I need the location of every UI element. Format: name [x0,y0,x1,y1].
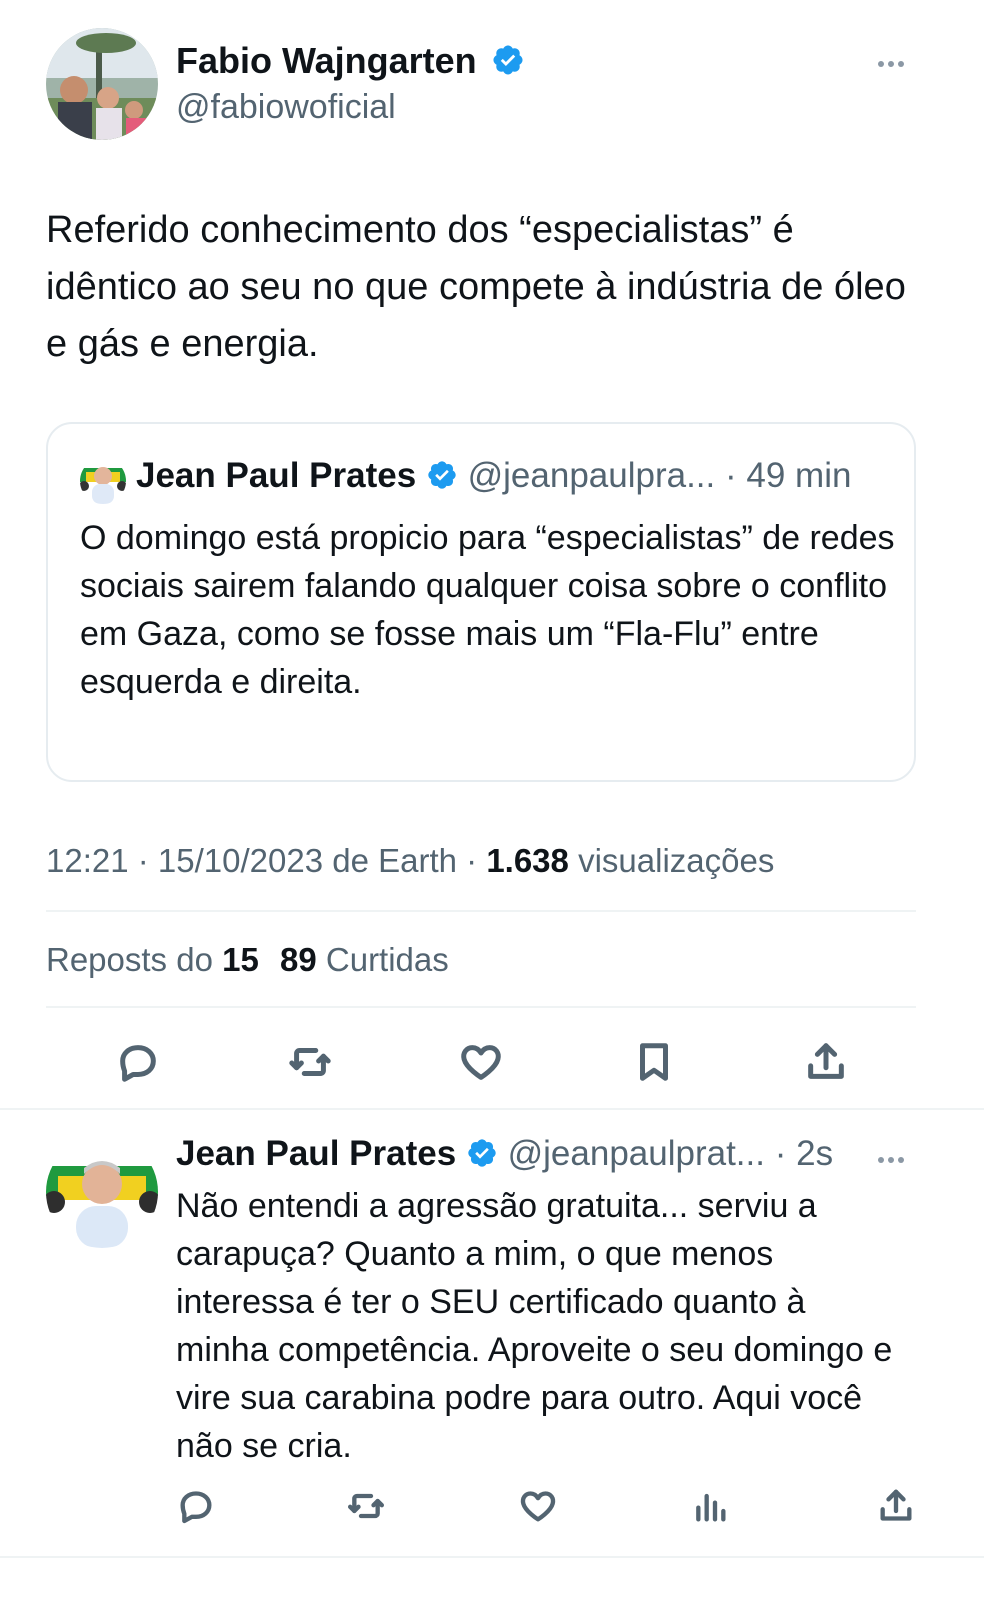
repost-button[interactable] [282,1034,338,1090]
verified-badge-icon [468,1139,496,1167]
like-button[interactable] [453,1034,509,1090]
more-icon[interactable] [876,1150,906,1168]
views-count: 1.638 [486,842,569,879]
bookmark-icon [640,1043,668,1081]
share-button[interactable] [798,1034,854,1090]
reposts-count: 15 [222,941,259,978]
bottom-divider [0,1556,984,1558]
views-button[interactable] [686,1482,734,1530]
share-button[interactable] [872,1482,920,1530]
reply-tweet-time: · 2s [774,1134,834,1173]
reply-button[interactable] [110,1034,166,1090]
reply-tweet-header: Jean Paul Prates @jeanpaulprat... · 2s [176,1134,833,1174]
author-name[interactable]: Fabio Wajngarten [176,40,525,82]
author-handle[interactable]: @fabiowoficial [176,88,396,127]
author-name-text: Fabio Wajngarten [176,40,477,81]
quoted-tweet-time: · 49 min [725,456,852,495]
section-divider [0,1108,984,1110]
like-icon [461,1045,501,1080]
tweet-stats: Reposts do 15 89 Curtidas [46,941,449,979]
quoted-tweet-text: O domingo está propicio para “especialis… [80,519,895,701]
reply-tweet-text: Não entendi a agressão gratuita... servi… [176,1187,893,1465]
reposts-label: Reposts do [46,941,223,978]
like-icon [520,1491,556,1522]
like-button[interactable] [514,1482,562,1530]
more-icon[interactable] [876,54,906,72]
tweet-timestamp[interactable]: 12:21 · 15/10/2023 de Earth · [46,842,486,879]
tweet-meta: 12:21 · 15/10/2023 de Earth · 1.638 visu… [46,842,774,880]
divider [46,910,916,912]
verified-badge-icon [493,45,523,76]
reply-author-handle[interactable]: @jeanpaulprat... [508,1134,765,1173]
quoted-author-avatar[interactable] [80,458,126,504]
views-icon [696,1493,726,1522]
reply-author-avatar[interactable] [46,1136,158,1248]
likes-stat[interactable]: 89 Curtidas [280,941,449,978]
share-icon [808,1043,844,1079]
bookmark-button[interactable] [626,1034,682,1090]
reply-icon [180,1491,212,1524]
quoted-tweet-header: Jean Paul Prates @jeanpaulpra... · 49 mi… [136,456,851,496]
repost-icon [289,1048,331,1076]
reply-icon [120,1045,156,1082]
reposts-stat[interactable]: Reposts do 15 [46,941,259,978]
reply-author-name[interactable]: Jean Paul Prates [176,1134,456,1173]
views-label: visualizações [568,842,775,879]
divider [46,1006,916,1008]
verified-badge-icon [428,461,456,489]
repost-icon [348,1493,384,1519]
repost-button[interactable] [342,1482,390,1530]
reply-button[interactable] [172,1482,220,1530]
quoted-author-name[interactable]: Jean Paul Prates [136,456,416,495]
likes-count: 89 [280,941,317,978]
tweet-text: Referido conhecimento dos “especialistas… [46,209,906,365]
quoted-author-handle[interactable]: @jeanpaulpra... [468,456,716,495]
author-avatar[interactable] [46,28,158,140]
share-icon [880,1489,912,1521]
likes-label: Curtidas [316,941,449,978]
